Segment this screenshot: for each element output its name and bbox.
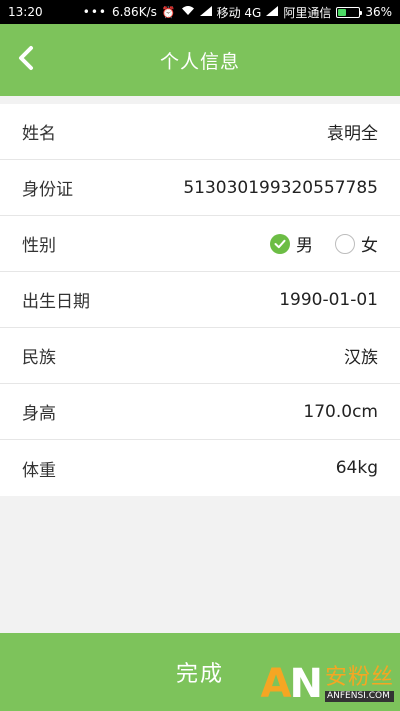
chevron-left-icon [17,45,35,75]
ethnicity-value: 汉族 [344,348,378,368]
empty-circle-icon [335,233,355,254]
row-label: 性别 [22,236,56,256]
gender-male-radio[interactable]: 男 [270,231,313,256]
name-value: 袁明全 [327,124,378,144]
carrier-1: 移动 4G [216,5,262,20]
row-height[interactable]: 身高 170.0cm [0,384,400,440]
gender-female-radio[interactable]: 女 [335,231,378,256]
network-speed: 6.86K/s [111,5,157,19]
checkmark-icon [270,233,290,254]
finish-button[interactable]: 完成 [0,633,400,711]
carrier-2: 阿里通信 [283,5,332,20]
alarm-icon: ⏰ [161,5,176,19]
battery-icon [336,6,363,18]
status-time: 13:20 [8,5,43,19]
height-value: 170.0cm [303,401,378,422]
gender-radio-group: 男 女 [270,231,378,256]
navbar: 个人信息 [0,24,400,96]
row-label: 身高 [22,404,56,424]
row-gender: 性别 男 女 [0,216,400,272]
row-name[interactable]: 姓名 袁明全 [0,104,400,160]
row-label: 体重 [22,460,56,481]
page-title: 个人信息 [159,50,240,73]
signal-icon [199,5,212,19]
battery-percent: 36% [365,5,392,19]
id-card-value: 513030199320557785 [183,177,378,198]
row-label: 身份证 [22,180,73,200]
row-label: 民族 [22,348,56,368]
row-label: 姓名 [22,124,56,144]
notification-dots: ••• [82,5,107,19]
back-button[interactable] [10,42,42,78]
row-label: 出生日期 [22,292,90,312]
row-birth-date[interactable]: 出生日期 1990-01-01 [0,272,400,328]
gender-male-label: 男 [296,236,313,256]
signal-icon-2 [266,5,279,19]
status-bar: 13:20 ••• 6.86K/s ⏰ 移动 4G 阿里通信 36% [0,0,400,24]
row-weight[interactable]: 体重 64kg [0,440,400,496]
wifi-icon [181,5,195,19]
row-id-card[interactable]: 身份证 513030199320557785 [0,160,400,216]
row-ethnicity[interactable]: 民族 汉族 [0,328,400,384]
info-form: 姓名 袁明全 身份证 513030199320557785 性别 男 女 出生日… [0,104,400,496]
finish-label: 完成 [175,662,224,687]
gender-female-label: 女 [361,236,378,256]
birth-date-value: 1990-01-01 [279,289,378,310]
weight-value: 64kg [335,458,378,478]
